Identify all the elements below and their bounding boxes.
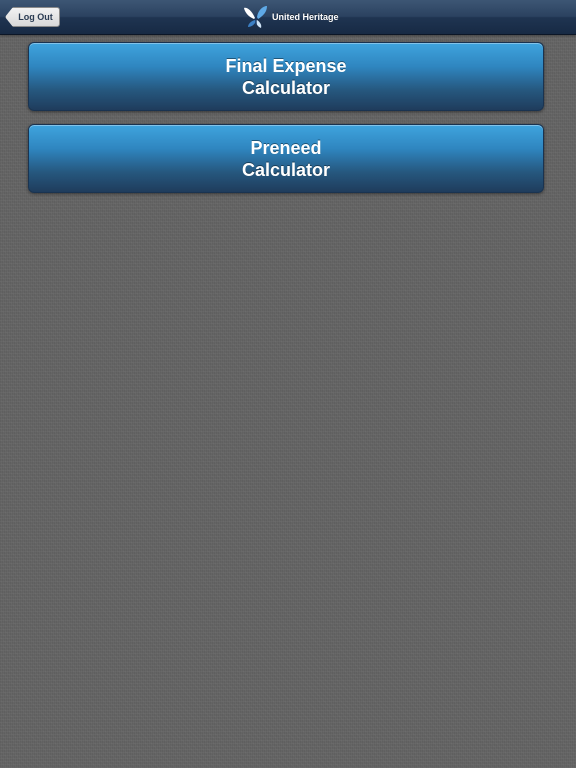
butterfly-logo-icon <box>244 6 267 28</box>
final-expense-calculator-button[interactable]: Final Expense Calculator <box>28 42 544 111</box>
button-label-line-2: Calculator <box>241 159 331 180</box>
button-label-line-1: Preneed <box>250 137 322 158</box>
log-out-button[interactable]: Log Out <box>5 7 60 27</box>
button-label-line-2: Calculator <box>241 77 331 98</box>
brand: United Heritage <box>243 5 339 29</box>
button-label-line-1: Final Expense <box>225 55 347 76</box>
app-title: United Heritage <box>272 12 339 22</box>
navigation-bar: Log Out United Heritage <box>0 0 576 35</box>
preneed-calculator-button[interactable]: Preneed Calculator <box>28 124 544 193</box>
